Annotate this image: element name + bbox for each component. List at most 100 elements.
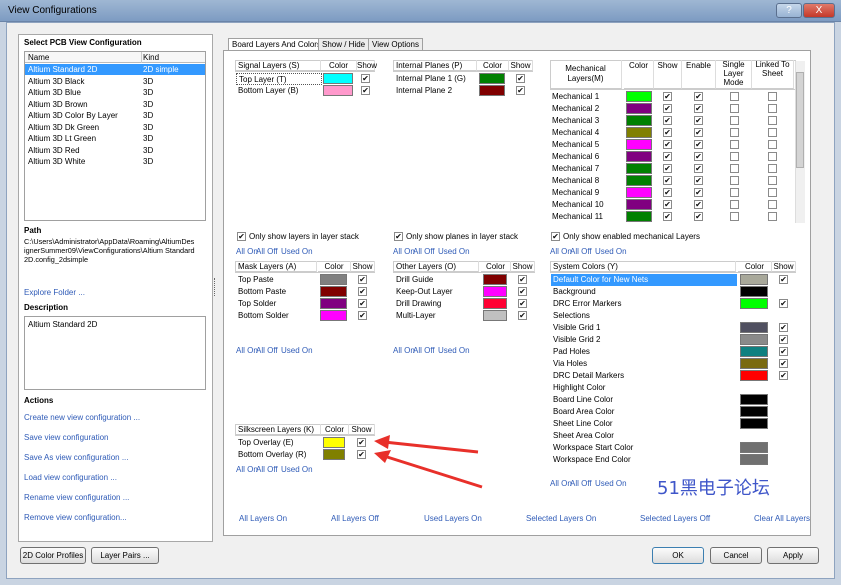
system-row-name[interactable]: Workspace End Color (551, 454, 737, 466)
mask-show-checkbox[interactable]: ✔ (358, 299, 367, 308)
mech-single-checkbox[interactable] (730, 188, 739, 197)
mech-enable-checkbox[interactable]: ✔ (694, 176, 703, 185)
mech-show-checkbox[interactable]: ✔ (663, 164, 672, 173)
mech-row-name[interactable]: Mechanical 7 (552, 163, 624, 175)
col-kind-header[interactable]: Kind (143, 53, 159, 62)
planes-show-header[interactable]: Show (509, 60, 533, 71)
other-show-checkbox[interactable]: ✔ (518, 311, 527, 320)
system-row-name[interactable]: DRC Detail Markers (551, 370, 737, 382)
other-color-header[interactable]: Color (481, 261, 511, 272)
explore-folder-link[interactable]: Explore Folder ... (24, 288, 85, 297)
system-show-checkbox[interactable]: ✔ (779, 335, 788, 344)
signal-used-on-link[interactable]: Used On (281, 247, 313, 256)
mask-row-name[interactable]: Top Paste (236, 274, 318, 286)
system-color-swatch[interactable] (740, 394, 768, 405)
action-link-2[interactable]: Save As view configuration ... (24, 453, 129, 462)
system-color-swatch[interactable] (740, 298, 768, 309)
mech-all-off-link[interactable]: All Off (570, 247, 592, 256)
col-name-header[interactable]: Name (28, 53, 49, 62)
config-row[interactable]: Altium 3D Color By Layer 3D (25, 110, 205, 121)
mask-name-header[interactable]: Mask Layers (A) (235, 261, 317, 272)
signal-show-header[interactable]: Show (357, 60, 377, 71)
system-row-name[interactable]: Workspace Start Color (551, 442, 737, 454)
silk-all-on-link[interactable]: All On (236, 465, 258, 474)
mech-show-checkbox[interactable]: ✔ (663, 128, 672, 137)
system-color-swatch[interactable] (740, 274, 768, 285)
signal-only-checkbox[interactable]: ✔ (237, 232, 246, 241)
mech-single-checkbox[interactable] (730, 116, 739, 125)
mech-single-checkbox[interactable] (730, 212, 739, 221)
mech-color-swatch[interactable] (626, 91, 652, 102)
system-show-checkbox[interactable]: ✔ (779, 359, 788, 368)
planes-color-swatch[interactable] (479, 85, 505, 96)
config-list[interactable]: Name Kind Altium Standard 2D 2D simple Alt… (24, 51, 206, 221)
system-all-off-link[interactable]: All Off (570, 479, 592, 488)
bottom-link-4[interactable]: Selected Layers Off (640, 514, 710, 523)
mech-linked-checkbox[interactable] (768, 116, 777, 125)
ok-button[interactable]: OK (652, 547, 704, 564)
mech-enable-checkbox[interactable]: ✔ (694, 152, 703, 161)
action-link-3[interactable]: Load view configuration ... (24, 473, 117, 482)
system-color-header[interactable]: Color (738, 261, 772, 272)
other-color-swatch[interactable] (483, 298, 507, 309)
system-row-name[interactable]: DRC Error Markers (551, 298, 737, 310)
bottom-link-1[interactable]: All Layers Off (331, 514, 379, 523)
mech-color-swatch[interactable] (626, 199, 652, 210)
mask-row-name[interactable]: Top Solder (236, 298, 318, 310)
mech-single-checkbox[interactable] (730, 128, 739, 137)
system-color-swatch[interactable] (740, 442, 768, 453)
other-all-on-link[interactable]: All On (393, 346, 415, 355)
other-row-name[interactable]: Keep-Out Layer (394, 286, 480, 298)
other-used-on-link[interactable]: Used On (438, 346, 470, 355)
planes-all-on-link[interactable]: All On (393, 247, 415, 256)
splitter-grip[interactable] (214, 278, 216, 296)
signal-row-name[interactable]: Top Layer (T) (236, 73, 322, 85)
planes-show-checkbox[interactable]: ✔ (516, 86, 525, 95)
planes-color-swatch[interactable] (479, 73, 505, 84)
close-button[interactable]: X (803, 3, 835, 18)
system-all-on-link[interactable]: All On (550, 479, 572, 488)
mech-used-on-link[interactable]: Used On (595, 247, 627, 256)
silk-name-header[interactable]: Silkscreen Layers (K) (235, 424, 321, 435)
mech-color-header[interactable]: Color (624, 60, 654, 89)
mech-single-checkbox[interactable] (730, 92, 739, 101)
other-row-name[interactable]: Drill Guide (394, 274, 480, 286)
mech-linked-checkbox[interactable] (768, 200, 777, 209)
mech-show-checkbox[interactable]: ✔ (663, 176, 672, 185)
mask-show-header[interactable]: Show (351, 261, 375, 272)
bottom-link-5[interactable]: Clear All Layers (754, 514, 810, 523)
mech-single-checkbox[interactable] (730, 152, 739, 161)
mech-enable-checkbox[interactable]: ✔ (694, 164, 703, 173)
mask-all-on-link[interactable]: All On (236, 346, 258, 355)
system-color-swatch[interactable] (740, 358, 768, 369)
system-color-swatch[interactable] (740, 418, 768, 429)
system-row-name[interactable]: Sheet Line Color (551, 418, 737, 430)
mech-enable-checkbox[interactable]: ✔ (694, 188, 703, 197)
planes-only-checkbox[interactable]: ✔ (394, 232, 403, 241)
mech-row-name[interactable]: Mechanical 6 (552, 151, 624, 163)
mech-show-checkbox[interactable]: ✔ (663, 92, 672, 101)
system-color-swatch[interactable] (740, 406, 768, 417)
mech-color-swatch[interactable] (626, 115, 652, 126)
mech-linked-header[interactable]: Linked To Sheet (752, 60, 794, 89)
mask-row-name[interactable]: Bottom Solder (236, 310, 318, 322)
planes-row-name[interactable]: Internal Plane 1 (G) (394, 73, 478, 85)
config-row[interactable]: Altium 3D White 3D (25, 156, 205, 167)
other-show-checkbox[interactable]: ✔ (518, 299, 527, 308)
silk-row-name[interactable]: Top Overlay (E) (236, 437, 322, 449)
planes-name-header[interactable]: Internal Planes (P) (393, 60, 477, 71)
mech-single-checkbox[interactable] (730, 200, 739, 209)
mech-enable-checkbox[interactable]: ✔ (694, 92, 703, 101)
silk-all-off-link[interactable]: All Off (256, 465, 278, 474)
other-all-off-link[interactable]: All Off (413, 346, 435, 355)
planes-used-on-link[interactable]: Used On (438, 247, 470, 256)
bottom-link-0[interactable]: All Layers On (239, 514, 287, 523)
mech-color-swatch[interactable] (626, 175, 652, 186)
mask-all-off-link[interactable]: All Off (256, 346, 278, 355)
silk-color-header[interactable]: Color (321, 424, 349, 435)
mech-single-checkbox[interactable] (730, 104, 739, 113)
action-link-0[interactable]: Create new view configuration ... (24, 413, 140, 422)
system-show-checkbox[interactable]: ✔ (779, 323, 788, 332)
mech-row-name[interactable]: Mechanical 8 (552, 175, 624, 187)
mech-color-swatch[interactable] (626, 151, 652, 162)
